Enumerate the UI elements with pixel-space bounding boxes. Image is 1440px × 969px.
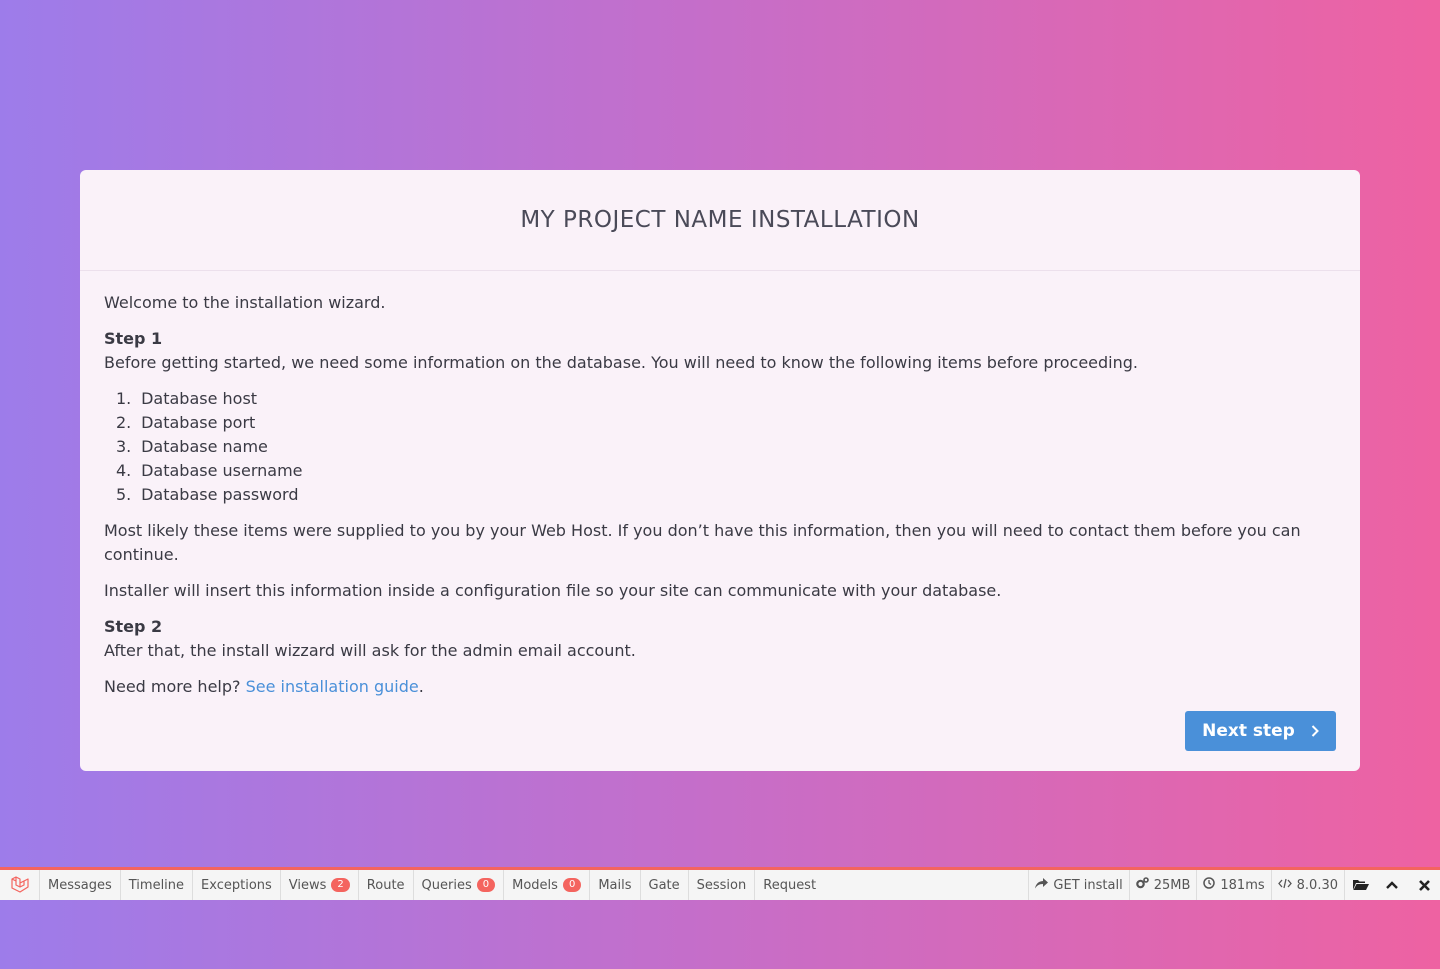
code-icon xyxy=(1277,878,1292,893)
next-step-button[interactable]: Next step xyxy=(1185,711,1336,751)
time-indicator: 181ms xyxy=(1196,870,1270,900)
tab-exceptions[interactable]: Exceptions xyxy=(193,870,281,900)
list-item: 3. Database name xyxy=(116,437,268,456)
installation-guide-link[interactable]: See installation guide xyxy=(246,677,419,696)
tab-models[interactable]: Models 0 xyxy=(504,870,591,900)
clock-icon xyxy=(1203,877,1216,893)
step1-title: Step 1 xyxy=(104,329,163,348)
request-indicator: GET install xyxy=(1028,870,1128,900)
page-title: MY PROJECT NAME INSTALLATION xyxy=(520,207,920,233)
welcome-text: Welcome to the installation wizard. xyxy=(104,293,386,312)
tab-mails[interactable]: Mails xyxy=(590,870,641,900)
views-count-badge: 2 xyxy=(331,878,350,892)
list-item: 4. Database username xyxy=(116,461,303,480)
chevron-up-icon[interactable] xyxy=(1376,870,1408,900)
close-icon[interactable] xyxy=(1408,870,1440,900)
share-arrow-icon xyxy=(1035,877,1049,893)
memory-indicator: 25MB xyxy=(1128,870,1197,900)
help-text: Need more help? See installation guide. xyxy=(104,677,424,696)
cogs-icon xyxy=(1135,877,1149,893)
step1-block: Step 1 Before getting started, we need s… xyxy=(104,327,1336,375)
tab-messages[interactable]: Messages xyxy=(40,870,121,900)
queries-count-badge: 0 xyxy=(476,878,496,892)
folder-open-icon[interactable] xyxy=(1344,870,1376,900)
laravel-logo-icon[interactable] xyxy=(0,870,40,900)
tab-views[interactable]: Views 2 xyxy=(281,870,359,900)
install-card: MY PROJECT NAME INSTALLATION Welcome to … xyxy=(80,170,1360,771)
card-header: MY PROJECT NAME INSTALLATION xyxy=(80,170,1360,271)
tab-timeline[interactable]: Timeline xyxy=(121,870,194,900)
tab-route[interactable]: Route xyxy=(359,870,414,900)
step2-block: Step 2 After that, the install wizzard w… xyxy=(104,615,1336,663)
list-item: 5. Database password xyxy=(116,485,299,504)
database-items-list: 1. Database host 2. Database port 3. Dat… xyxy=(116,387,1336,507)
tab-queries[interactable]: Queries 0 xyxy=(414,870,505,900)
card-body: Welcome to the installation wizard. Step… xyxy=(80,271,1360,699)
tab-session[interactable]: Session xyxy=(689,870,756,900)
debugbar-spacer xyxy=(824,870,1028,900)
models-count-badge: 0 xyxy=(562,878,582,892)
supplied-text: Most likely these items were supplied to… xyxy=(104,521,1301,564)
tab-gate[interactable]: Gate xyxy=(641,870,689,900)
chevron-right-icon xyxy=(1311,725,1319,737)
debug-bar: Messages Timeline Exceptions Views 2 Rout… xyxy=(0,867,1440,900)
step1-text: Before getting started, we need some inf… xyxy=(104,353,1138,372)
step2-text: After that, the install wizzard will ask… xyxy=(104,641,636,660)
step2-title: Step 2 xyxy=(104,617,163,636)
insert-text: Installer will insert this information i… xyxy=(104,581,1002,600)
list-item: 2. Database port xyxy=(116,413,256,432)
php-version-indicator: 8.0.30 xyxy=(1270,870,1344,900)
next-step-label: Next step xyxy=(1202,721,1295,741)
list-item: 1. Database host xyxy=(116,389,258,408)
tab-request[interactable]: Request xyxy=(755,870,824,900)
